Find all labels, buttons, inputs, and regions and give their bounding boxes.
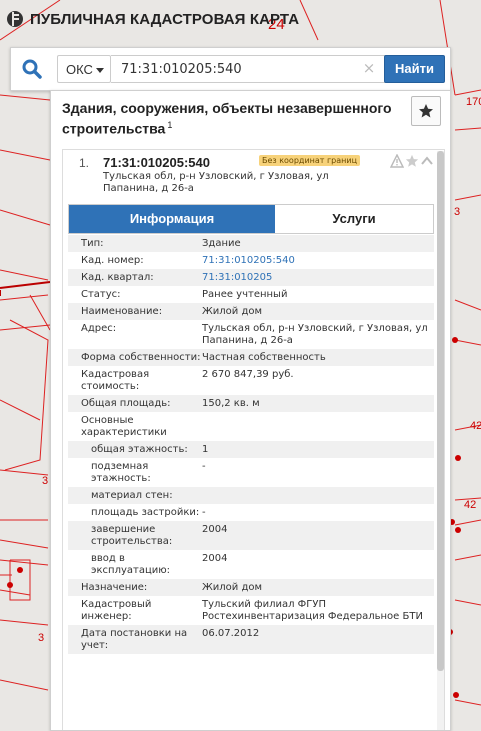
star-icon bbox=[419, 104, 433, 118]
info-row-label: Форма собственности: bbox=[81, 352, 201, 363]
info-row-label: Кад. номер: bbox=[81, 255, 144, 266]
info-row-value: Жилой дом bbox=[202, 582, 263, 593]
info-row-value: Тульская обл, р-н Узловский, г Узловая, … bbox=[202, 323, 428, 346]
info-row-label: Кадастровый инженер: bbox=[81, 599, 152, 622]
map-label: 3 bbox=[454, 206, 461, 218]
info-row-value bbox=[202, 415, 434, 439]
info-row-label: Кад. квартал: bbox=[81, 272, 154, 283]
find-button[interactable]: Найти bbox=[384, 55, 445, 83]
info-row-label: подземная этажность: bbox=[91, 461, 151, 484]
no-boundaries-badge: Без координат границ bbox=[259, 155, 361, 166]
info-row-label: ввод в эксплуатацию: bbox=[91, 553, 171, 576]
result-cadastral-number[interactable]: 71:31:010205:540 bbox=[103, 155, 210, 170]
info-row-value: 06.07.2012 bbox=[202, 628, 260, 639]
scrollbar-thumb[interactable] bbox=[437, 151, 444, 671]
info-row-value: 2004 bbox=[202, 524, 228, 535]
search-bar: ОКС × Найти bbox=[10, 47, 451, 91]
tab-services[interactable]: Услуги bbox=[275, 205, 433, 233]
info-row-value: 1 bbox=[202, 444, 209, 455]
card-actions bbox=[389, 153, 434, 168]
info-row-link[interactable]: 71:31:010205:540 bbox=[202, 255, 434, 267]
result-card: 1. 71:31:010205:540 Без координат границ… bbox=[62, 149, 445, 730]
info-row-label: Дата постановки на учет: bbox=[81, 628, 188, 651]
panel-title: Здания, сооружения, объекты незавершенно… bbox=[62, 100, 402, 138]
info-row-label: материал стен: bbox=[91, 490, 173, 501]
card-tabs: Информация Услуги bbox=[68, 204, 434, 234]
info-row: завершение строительства: 2004 bbox=[68, 521, 434, 550]
info-row-value: Здание bbox=[202, 238, 241, 249]
results-panel: Здания, сооружения, объекты незавершенно… bbox=[50, 90, 451, 731]
info-row: Статус: Ранее учтенный bbox=[68, 286, 434, 303]
info-row-label: Тип: bbox=[81, 238, 104, 249]
info-row-value: - bbox=[202, 461, 206, 472]
info-row-link[interactable]: 71:31:010205 bbox=[202, 272, 434, 284]
chevron-up-icon[interactable] bbox=[420, 154, 434, 168]
result-count: 1 bbox=[167, 120, 173, 130]
result-number: 1. bbox=[79, 156, 90, 170]
info-row: площадь застройки: - bbox=[68, 504, 434, 521]
info-row-label: Назначение: bbox=[81, 582, 148, 593]
info-row: Кадастровый инженер: Тульский филиал ФГУП… bbox=[68, 596, 434, 625]
map-label: 3 bbox=[42, 475, 49, 487]
info-row-value: 150,2 кв. м bbox=[202, 398, 260, 409]
map-label: 42 bbox=[464, 499, 477, 511]
info-row-value: Ранее учтенный bbox=[202, 289, 288, 300]
info-row: Кад. квартал: 71:31:010205 bbox=[68, 269, 434, 286]
chevron-down-icon bbox=[96, 68, 104, 73]
info-row: Назначение: Жилой дом bbox=[68, 579, 434, 596]
info-row: ввод в эксплуатацию: 2004 bbox=[68, 550, 434, 579]
search-icon[interactable] bbox=[21, 58, 43, 80]
warning-icon[interactable] bbox=[389, 153, 405, 168]
panel-scrollbar[interactable] bbox=[437, 151, 444, 730]
info-row: Дата постановки на учет: 06.07.2012 bbox=[68, 625, 434, 654]
info-row-value: Жилой дом bbox=[202, 306, 263, 317]
info-row-label: Адрес: bbox=[81, 323, 117, 334]
info-row: подземная этажность: - bbox=[68, 458, 434, 487]
info-row-value: - bbox=[202, 507, 206, 518]
info-row-value bbox=[202, 490, 434, 502]
info-table: Тип: Здание Кад. номер: 71:31:010205:540 Кад… bbox=[68, 235, 434, 654]
map-label: 3 bbox=[38, 632, 45, 644]
info-row-label: площадь застройки: bbox=[91, 507, 200, 518]
map-label: 170 bbox=[466, 96, 481, 108]
object-type-select[interactable]: ОКС bbox=[57, 55, 111, 83]
info-row: материал стен: bbox=[68, 487, 434, 504]
info-row: Основные характеристики bbox=[68, 412, 434, 441]
info-row-value: Тульский филиал ФГУП Ростехинвентаризаци… bbox=[202, 599, 423, 622]
panel-title-text: Здания, сооружения, объекты незавершенно… bbox=[62, 100, 392, 137]
info-row-value: 2 670 847,39 руб. bbox=[202, 369, 294, 380]
info-row: Общая площадь: 150,2 кв. м bbox=[68, 395, 434, 412]
info-row-value: 2004 bbox=[202, 553, 228, 564]
info-row: Наименование: Жилой дом bbox=[68, 303, 434, 320]
star-icon[interactable] bbox=[405, 154, 419, 168]
info-row-label: Основные характеристики bbox=[81, 415, 167, 438]
app-title: ПУБЛИЧНАЯ КАДАСТРОВАЯ КАРТА bbox=[30, 10, 300, 28]
map-label: 42 bbox=[470, 420, 481, 432]
info-row: Адрес: Тульская обл, р-н Узловский, г Узл… bbox=[68, 320, 434, 349]
object-type-value: ОКС bbox=[66, 62, 93, 77]
info-row: Кадастровая стоимость: 2 670 847,39 руб. bbox=[68, 366, 434, 395]
search-input[interactable] bbox=[111, 55, 386, 83]
info-row-value: Частная собственность bbox=[202, 352, 326, 363]
info-row-label: общая этажность: bbox=[91, 444, 188, 455]
info-row-label: завершение строительства: bbox=[91, 524, 173, 547]
tab-information[interactable]: Информация bbox=[69, 205, 275, 233]
result-address: Тульская обл, р-н Узловский, г Узловая, … bbox=[103, 171, 329, 194]
info-row-label: Общая площадь: bbox=[81, 398, 171, 409]
info-row-label: Кадастровая стоимость: bbox=[81, 369, 150, 392]
info-row: Кад. номер: 71:31:010205:540 bbox=[68, 252, 434, 269]
favorites-button[interactable] bbox=[411, 96, 441, 126]
info-row-label: Наименование: bbox=[81, 306, 163, 317]
info-row: Форма собственности: Частная собственност… bbox=[68, 349, 434, 366]
app-header: ПУБЛИЧНАЯ КАДАСТРОВАЯ КАРТА bbox=[6, 10, 299, 28]
rosreestr-logo-icon bbox=[7, 11, 23, 27]
clear-icon[interactable]: × bbox=[362, 57, 376, 79]
info-row: Тип: Здание bbox=[68, 235, 434, 252]
info-row-label: Статус: bbox=[81, 289, 121, 300]
info-row: общая этажность: 1 bbox=[68, 441, 434, 458]
